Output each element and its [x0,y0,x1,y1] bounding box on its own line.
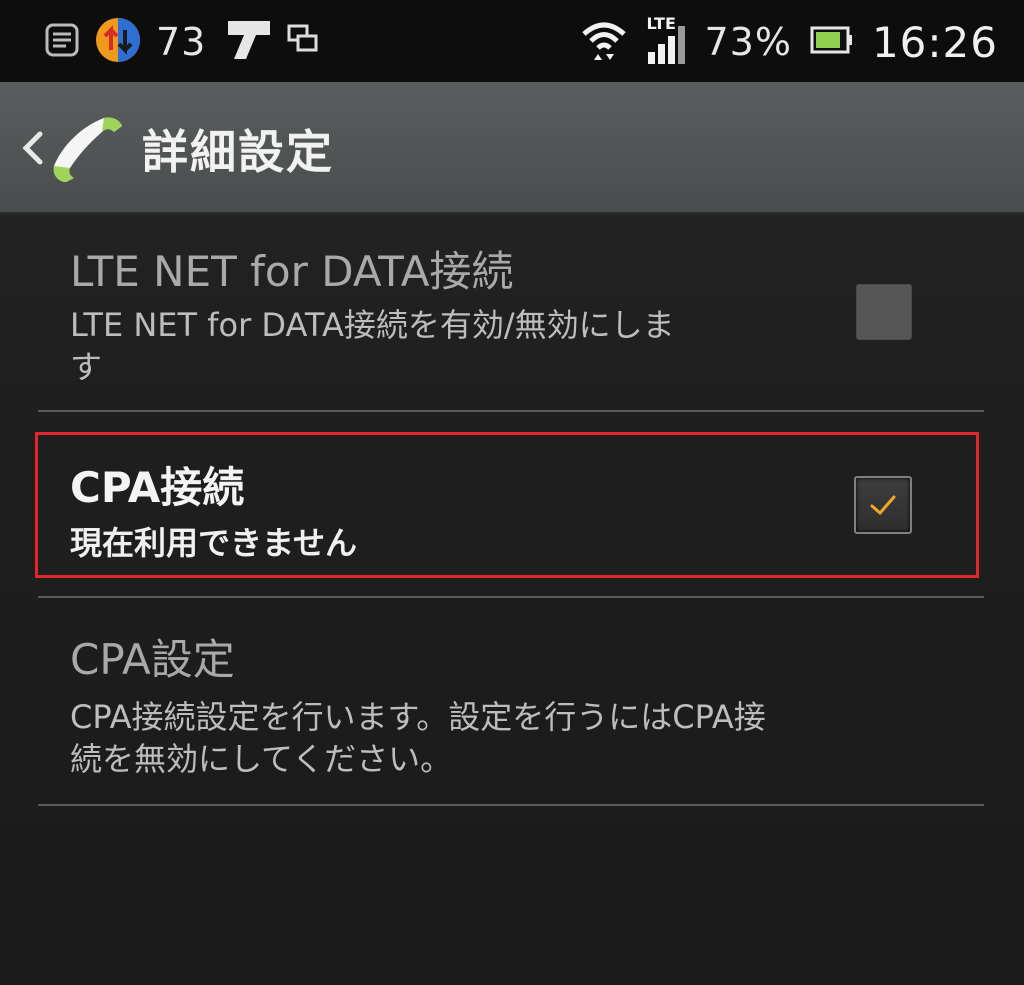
setting-title: CPA設定 [70,635,235,684]
setting-lte-net-for-data[interactable]: LTE NET for DATA接続 LTE NET for DATA接続を有効… [38,212,986,412]
battery-icon [810,25,854,59]
status-bar: 73 LTE 73% 16:26 [0,0,1024,82]
battery-percent: 73% [704,20,792,64]
lte-net-checkbox[interactable] [856,284,912,340]
status-bar-left: 73 [44,18,334,66]
setting-summary: LTE NET for DATA接続を有効/無効にしま す [70,304,675,388]
setting-summary-line: LTE NET for DATA接続を有効/無効にしま [70,306,675,344]
status-bar-right: LTE 73% 16:26 [580,14,998,67]
setting-summary-line: CPA接続設定を行います。設定を行うにはCPA接 [70,698,766,736]
setting-summary-line: 続を無効にしてください。 [70,740,453,778]
data-transfer-icon [94,16,142,68]
network-type: LTE [646,14,676,33]
screen: 73 LTE 73% 16:26 詳細設定 LTE NET for DATA接続… [0,0,1024,985]
wifi-icon [580,18,628,66]
divider [38,804,984,806]
setting-summary-line: す [70,348,103,386]
action-bar: 詳細設定 [0,82,1024,214]
setting-summary: CPA接続設定を行います。設定を行うにはCPA接 続を無効にしてください。 [70,696,766,780]
page-title: 詳細設定 [142,125,334,179]
app-notification-icon [226,19,272,65]
clock: 16:26 [871,17,998,67]
setting-cpa-settings[interactable]: CPA設定 CPA接続設定を行います。設定を行うにはCPA接 続を無効にしてくだ… [38,598,986,806]
signal-icon: LTE [642,14,690,66]
screen-mirror-icon [286,23,320,61]
highlight-box [35,432,979,578]
notification-count: 73 [156,20,207,64]
phone-icon[interactable] [44,112,126,184]
notes-icon [44,22,80,62]
setting-title: LTE NET for DATA接続 [70,247,514,296]
